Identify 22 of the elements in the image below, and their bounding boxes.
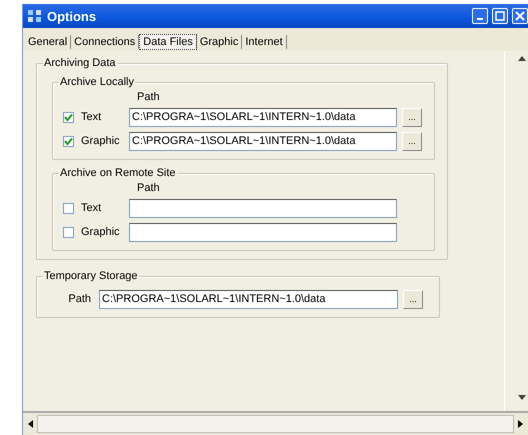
- column-header: Path: [136, 91, 161, 105]
- browse-button[interactable]: ...: [402, 132, 422, 150]
- checkbox-label: Graphic: [81, 226, 121, 238]
- group-title: Archive on Remote Site: [59, 167, 177, 179]
- path-field[interactable]: C:\PROGRA~1\SOLARL~1\INTERN~1.0\data: [99, 290, 398, 308]
- group-title: Temporary Storage: [43, 270, 139, 282]
- checkbox-label: Graphic: [81, 135, 121, 147]
- tab[interactable]: Graphic: [196, 35, 242, 49]
- group-title: Archive Locally: [59, 76, 135, 88]
- field-label: Path: [67, 293, 91, 305]
- checkbox-label: Text: [81, 202, 102, 214]
- tab[interactable]: Internet: [242, 35, 287, 49]
- column-header: Path: [136, 182, 161, 196]
- group-title: Archiving Data: [43, 57, 117, 69]
- window-title: Options: [47, 8, 98, 24]
- browse-button[interactable]: ...: [402, 108, 422, 126]
- path-field[interactable]: C:\PROGRA~1\SOLARL~1\INTERN~1.0\data: [129, 108, 397, 126]
- browse-button[interactable]: ...: [403, 290, 423, 308]
- checkbox-label: Text: [81, 111, 102, 123]
- tab[interactable]: Data Files: [139, 34, 197, 50]
- path-field[interactable]: C:\PROGRA~1\SOLARL~1\INTERN~1.0\data: [129, 132, 397, 150]
- tab[interactable]: General: [25, 35, 72, 49]
